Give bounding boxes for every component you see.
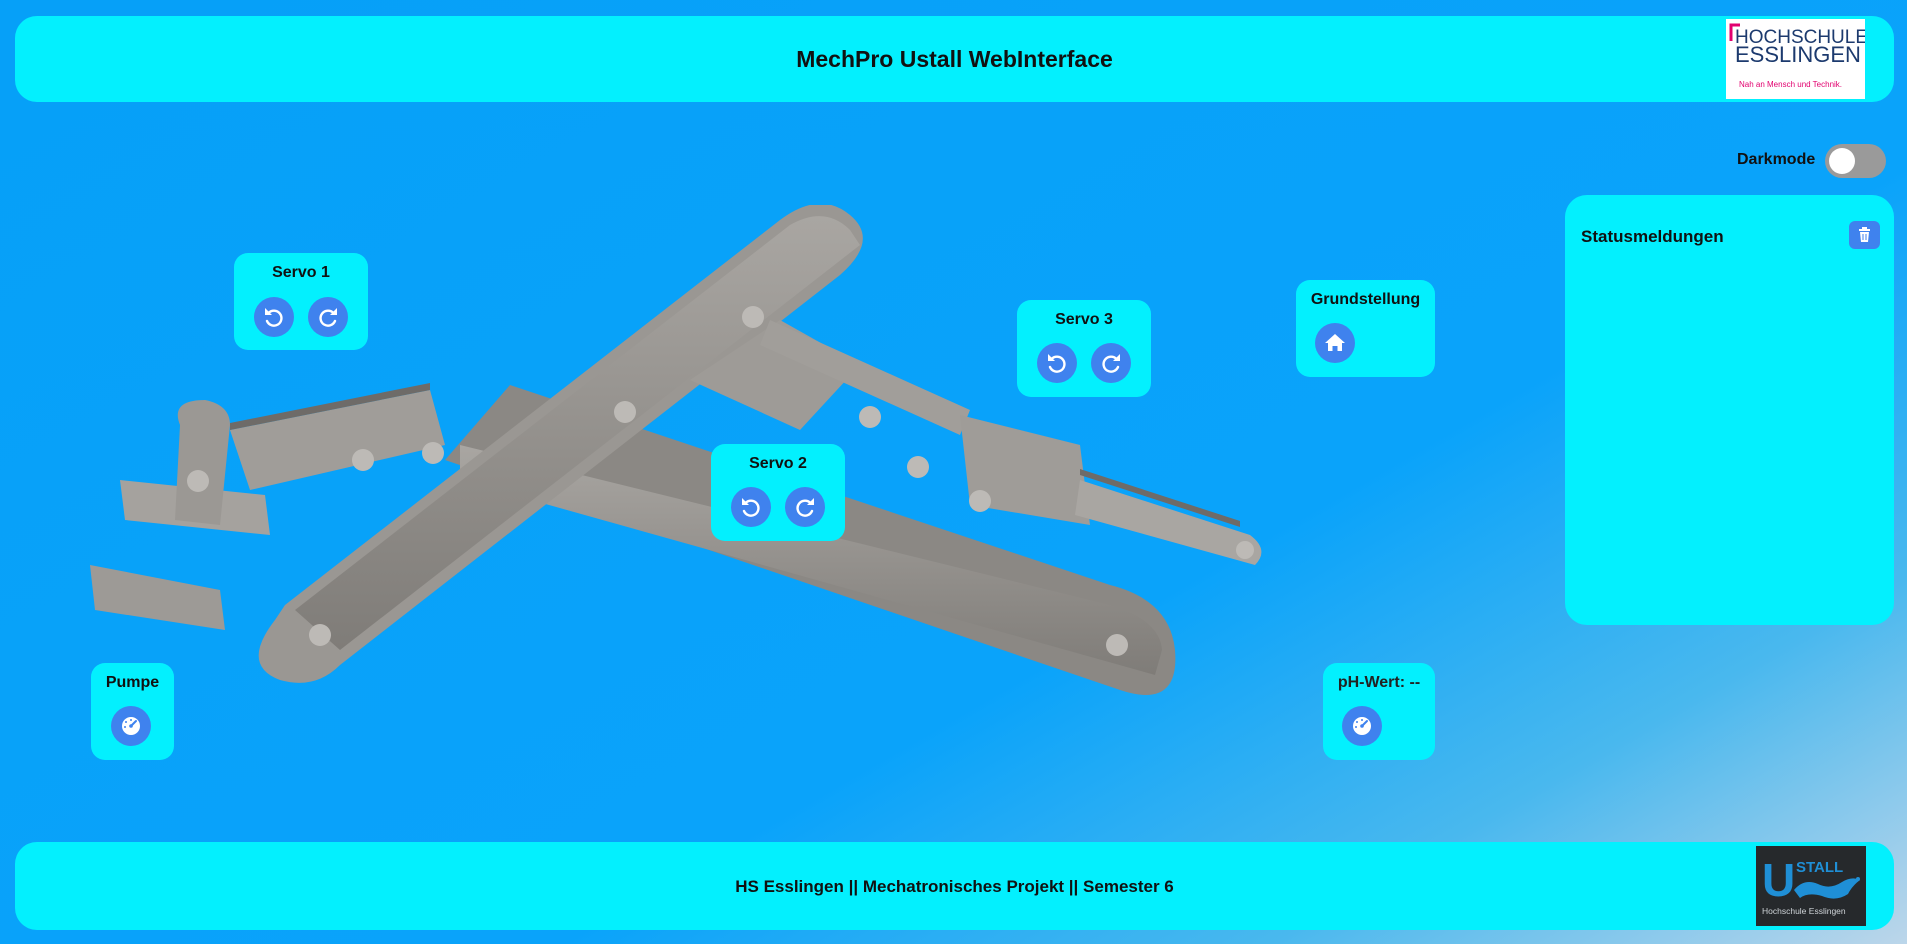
status-panel: Statusmeldungen (1565, 195, 1894, 625)
servo1-rotate-right-button[interactable] (308, 297, 348, 337)
toggle-knob (1829, 148, 1855, 174)
rotate-ccw-icon (1048, 354, 1066, 373)
servo2-card: Servo 2 (711, 444, 845, 541)
rotate-cw-icon (319, 308, 337, 327)
servo3-card: Servo 3 (1017, 300, 1151, 397)
pump-button[interactable] (111, 706, 151, 746)
ph-card: pH-Wert: -- (1323, 663, 1435, 760)
servo2-title: Servo 2 (749, 455, 807, 472)
servo3-title: Servo 3 (1055, 311, 1113, 328)
page-title: MechPro Ustall WebInterface (796, 46, 1113, 72)
footer-bar: HS Esslingen || Mechatronisches Projekt … (15, 842, 1894, 930)
darkmode-label: Darkmode (1737, 151, 1816, 168)
home-card: Grundstellung (1296, 280, 1435, 377)
home-icon (1325, 334, 1345, 351)
pump-card: Pumpe (91, 663, 174, 760)
svg-text:ESSLINGEN: ESSLINGEN (1735, 42, 1861, 67)
servo3-rotate-left-button[interactable] (1037, 343, 1077, 383)
rotate-cw-icon (1102, 354, 1120, 373)
home-position-button[interactable] (1315, 323, 1355, 363)
svg-text:Hochschule Esslingen: Hochschule Esslingen (1762, 906, 1846, 916)
header-bar: MechPro Ustall WebInterface HOCHSCHULE E… (15, 16, 1894, 102)
servo1-card: Servo 1 (234, 253, 368, 350)
servo3-rotate-right-button[interactable] (1091, 343, 1131, 383)
svg-text:Nah an Mensch und Technik.: Nah an Mensch und Technik. (1739, 80, 1842, 89)
footer-text: HS Esslingen || Mechatronisches Projekt … (735, 877, 1174, 896)
gauge-icon (122, 717, 140, 735)
servo2-rotate-left-button[interactable] (731, 487, 771, 527)
servo2-rotate-right-button[interactable] (785, 487, 825, 527)
status-panel-title: Statusmeldungen (1581, 227, 1724, 246)
pump-title: Pumpe (105, 674, 160, 691)
rotate-cw-icon (796, 498, 814, 517)
hochschule-esslingen-logo: HOCHSCHULE ESSLINGEN Nah an Mensch und T… (1726, 19, 1868, 99)
ustall-logo: U STALL Hochschule Esslingen (1756, 846, 1866, 926)
ph-measure-button[interactable] (1342, 706, 1382, 746)
svg-text:U: U (1762, 854, 1795, 906)
gauge-icon (1353, 717, 1371, 735)
servo1-title: Servo 1 (272, 264, 330, 281)
rotate-ccw-icon (265, 308, 283, 327)
svg-text:STALL: STALL (1796, 859, 1843, 876)
rotate-ccw-icon (742, 498, 760, 517)
trash-icon (1859, 227, 1870, 242)
darkmode-toggle[interactable] (1825, 144, 1886, 178)
servo1-rotate-left-button[interactable] (254, 297, 294, 337)
home-title: Grundstellung (1310, 291, 1421, 308)
clear-status-button[interactable] (1849, 221, 1880, 249)
ph-value: pH-Wert: -- (1337, 674, 1421, 691)
